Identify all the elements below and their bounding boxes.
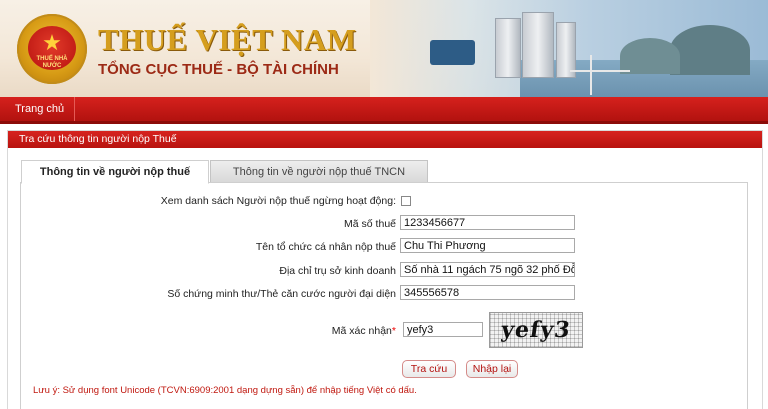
taxpayer-name-input[interactable]: Chu Thi Phương — [400, 238, 575, 253]
tax-code-label: Mã số thuế — [344, 218, 396, 230]
business-address-label: Địa chỉ trụ sở kinh doanh — [279, 265, 396, 277]
banner-bridge — [570, 70, 630, 72]
tab-taxpayer-info[interactable]: Thông tin về người nộp thuế — [21, 160, 209, 184]
star-icon: ★ — [42, 30, 62, 55]
tab-personal-income-taxpayer-info[interactable]: Thông tin về người nộp thuế TNCN — [210, 160, 428, 184]
site-title: THUẾ VIỆT NAM — [98, 22, 357, 57]
panel-header: Tra cứu thông tin người nộp Thuế — [8, 131, 762, 148]
captcha-image: yefy3 — [489, 312, 583, 348]
banner-building — [495, 18, 521, 78]
main-nav-bar: Trang chủ — [0, 97, 768, 124]
banner-bridge — [590, 55, 592, 95]
inactive-list-checkbox[interactable] — [401, 196, 411, 206]
required-marker: * — [391, 325, 396, 337]
emblem-text: THUẾ NHÀ NƯỚC — [36, 56, 68, 69]
panel-title: Tra cứu thông tin người nộp Thuế — [19, 133, 177, 145]
captcha-label-text: Mã xác nhận — [331, 325, 392, 337]
banner-building — [522, 12, 554, 78]
captcha-label: Mã xác nhận* — [280, 325, 396, 337]
taxpayer-name-label: Tên tổ chức cá nhân nộp thuế — [255, 241, 396, 253]
emblem-inner: ★ THUẾ NHÀ NƯỚC — [28, 26, 76, 70]
banner-mountain — [670, 25, 750, 75]
representative-id-label: Số chứng minh thư/Thẻ căn cước người đại… — [167, 288, 396, 300]
national-emblem-logo: ★ THUẾ NHÀ NƯỚC — [17, 14, 87, 84]
captcha-input[interactable]: yefy3 — [403, 322, 483, 337]
header-banner-image — [370, 0, 768, 97]
nav-home-link[interactable]: Trang chủ — [0, 97, 76, 121]
unicode-note: Lưu ý: Sử dụng font Unicode (TCVN:6909:2… — [33, 385, 417, 396]
reset-button[interactable]: Nhập lại — [466, 360, 518, 378]
site-header: ★ THUẾ NHÀ NƯỚC THUẾ VIỆT NAM TỔNG CỤC T… — [0, 0, 768, 97]
search-button[interactable]: Tra cứu — [402, 360, 456, 378]
business-address-input[interactable]: Số nhà 11 ngách 75 ngõ 32 phố Đỗ Đ — [400, 262, 575, 277]
banner-harvester — [430, 40, 475, 65]
inactive-list-label: Xem danh sách Người nộp thuế ngừng hoạt … — [160, 195, 396, 207]
site-subtitle: TỔNG CỤC THUẾ - BỘ TÀI CHÍNH — [98, 61, 339, 78]
captcha-noise-grid — [490, 313, 582, 347]
tax-code-input[interactable]: 1233456677 — [400, 215, 575, 230]
banner-mountain — [620, 38, 680, 74]
representative-id-input[interactable]: 345556578 — [400, 285, 575, 300]
